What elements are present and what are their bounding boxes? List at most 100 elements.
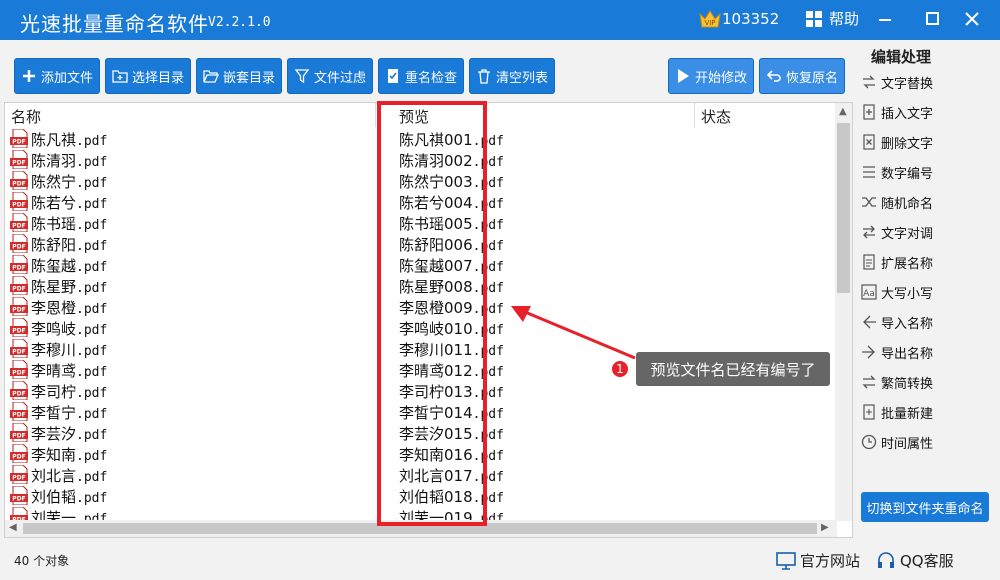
preview-name-base: 刘北言017	[399, 467, 473, 485]
select-dir-button[interactable]: 选择目录	[105, 58, 191, 94]
official-site-link[interactable]: 官方网站	[776, 550, 860, 571]
plus-icon	[22, 70, 35, 82]
sidebar-item-label: 删除文字	[881, 136, 934, 152]
minimize-button[interactable]	[870, 6, 900, 32]
sidebar-item[interactable]: 时间属性	[861, 429, 993, 455]
svg-text:PDF: PDF	[12, 307, 25, 314]
preview-name-ext: .pdf	[472, 428, 504, 443]
pdf-file-icon: PDF	[10, 339, 28, 358]
vertical-scroll-thumb[interactable]	[837, 123, 850, 293]
file-name-ext: .pdf	[76, 386, 108, 401]
scroll-up-arrow-icon[interactable]: ▲	[839, 106, 847, 117]
table-row[interactable]: PDF 李恩橙.pdf 李恩橙009.pdf	[5, 296, 835, 317]
column-divider[interactable]	[375, 103, 376, 127]
preview-name-ext: .pdf	[472, 155, 504, 170]
file-filter-label: 文件过虑	[313, 70, 366, 86]
clear-list-button[interactable]: 清空列表	[469, 58, 555, 94]
table-row[interactable]: PDF 陈玺越.pdf 陈玺越007.pdf	[5, 254, 835, 275]
switch-folder-rename-button[interactable]: 切换到文件夹重命名	[861, 492, 989, 522]
qq-service-link[interactable]: QQ客服	[876, 550, 954, 571]
table-row[interactable]: PDF 陈清羽.pdf 陈清羽002.pdf	[5, 149, 835, 170]
preview-name-base: 陈若兮004	[399, 194, 473, 212]
sidebar-item[interactable]: 导入名称	[861, 309, 993, 335]
sidebar-item[interactable]: 批量新建	[861, 399, 993, 425]
vertical-scrollbar[interactable]: ▲	[835, 103, 852, 521]
edit-sidebar: 编辑处理 文字替换插入文字删除文字数字编号随机命名文字对调扩展名称 Aa 大写小写导…	[855, 40, 1000, 540]
preview-name-ext: .pdf	[472, 344, 504, 359]
svg-text:VIP: VIP	[704, 19, 715, 27]
sidebar-title: 编辑处理	[871, 48, 932, 66]
table-row[interactable]: PDF 陈然宁.pdf 陈然宁003.pdf	[5, 170, 835, 191]
app-title: 光速批量重命名软件	[20, 12, 209, 36]
file-name-base: 陈清羽	[31, 152, 77, 170]
add-file-button[interactable]: 添加文件	[14, 58, 100, 94]
table-row[interactable]: PDF 陈舒阳.pdf 陈舒阳006.pdf	[5, 233, 835, 254]
preview-name: 陈玺越007.pdf	[399, 255, 504, 276]
file-list[interactable]: 名称 预览 状态 PDF 陈凡祺.pdf 陈凡祺001.pdf PDF 陈清羽.pdf 陈…	[4, 102, 853, 538]
insert-icon	[863, 104, 875, 120]
sidebar-item[interactable]: 文字替换	[861, 69, 993, 95]
sidebar-item[interactable]: Aa 大写小写	[861, 279, 993, 305]
sidebar-item-label: 繁简转换	[881, 376, 934, 392]
file-name-base: 李恩橙	[31, 299, 77, 317]
column-divider[interactable]	[694, 103, 695, 127]
vip-count: 103352	[722, 10, 780, 28]
column-header-preview[interactable]: 预览	[399, 106, 429, 127]
scroll-right-arrow-icon[interactable]: ▶	[821, 522, 829, 533]
horizontal-scrollbar[interactable]: ◀ ▶	[5, 520, 837, 537]
sidebar-item[interactable]: 数字编号	[861, 159, 993, 185]
svg-text:PDF: PDF	[12, 244, 25, 251]
table-row[interactable]: PDF 李知南.pdf 李知南016.pdf	[5, 443, 835, 464]
scroll-left-arrow-icon[interactable]: ◀	[9, 522, 17, 533]
preview-name-ext: .pdf	[472, 365, 504, 380]
table-row[interactable]: PDF 李芸汐.pdf 李芸汐015.pdf	[5, 422, 835, 443]
sidebar-item-label: 大写小写	[881, 286, 934, 302]
sidebar-item[interactable]: 繁简转换	[861, 369, 993, 395]
preview-name-ext: .pdf	[472, 449, 504, 464]
file-name: 李知南.pdf	[31, 444, 107, 465]
start-modify-label: 开始修改	[694, 70, 747, 86]
table-row[interactable]: PDF 陈凡祺.pdf 陈凡祺001.pdf	[5, 128, 835, 149]
close-button[interactable]	[957, 6, 987, 32]
preview-name-ext: .pdf	[472, 407, 504, 422]
table-row[interactable]: PDF 陈书瑶.pdf 陈书瑶005.pdf	[5, 212, 835, 233]
vip-crown-icon[interactable]: VIP	[698, 9, 722, 29]
sidebar-item[interactable]: 随机命名	[861, 189, 993, 215]
sidebar-item[interactable]: 删除文字	[861, 129, 993, 155]
file-name-ext: .pdf	[76, 449, 108, 464]
preview-name-ext: .pdf	[472, 491, 504, 506]
nested-dir-button[interactable]: 嵌套目录	[196, 58, 282, 94]
preview-name-base: 陈星野008	[399, 278, 473, 296]
table-row[interactable]: PDF 李鸣岐.pdf 李鸣岐010.pdf	[5, 317, 835, 338]
preview-name-base: 李晴鸢012	[399, 362, 473, 380]
file-name-ext: .pdf	[76, 155, 108, 170]
start-modify-button[interactable]: 开始修改	[668, 58, 754, 94]
table-row[interactable]: PDF 陈若兮.pdf 陈若兮004.pdf	[5, 191, 835, 212]
rename-check-button[interactable]: 重名检查	[378, 58, 464, 94]
horizontal-scroll-thumb[interactable]	[23, 523, 817, 534]
table-row[interactable]: PDF 李皙宁.pdf 李皙宁014.pdf	[5, 401, 835, 422]
swap-icon	[863, 75, 875, 89]
file-filter-button[interactable]: 文件过虑	[287, 58, 373, 94]
help-button[interactable]: 帮助	[805, 8, 859, 29]
help-label: 帮助	[829, 10, 860, 28]
preview-name: 李恩橙009.pdf	[399, 297, 504, 318]
sidebar-item[interactable]: 插入文字	[861, 99, 993, 125]
sidebar-item[interactable]: 扩展名称	[861, 249, 993, 275]
column-header-name[interactable]: 名称	[11, 106, 41, 127]
table-row[interactable]: PDF 刘伯韬.pdf 刘伯韬018.pdf	[5, 485, 835, 506]
file-name-ext: .pdf	[76, 407, 108, 422]
restore-name-button[interactable]: 恢复原名	[759, 58, 845, 94]
table-row[interactable]: PDF 陈星野.pdf 陈星野008.pdf	[5, 275, 835, 296]
export-icon	[862, 345, 875, 359]
svg-text:PDF: PDF	[12, 496, 25, 503]
sidebar-item[interactable]: 导出名称	[861, 339, 993, 365]
file-name-base: 李鸣岐	[31, 320, 77, 338]
maximize-button[interactable]	[917, 6, 947, 32]
file-name-ext: .pdf	[76, 470, 108, 485]
file-name: 李穆川.pdf	[31, 339, 107, 360]
table-row[interactable]: PDF 刘北言.pdf 刘北言017.pdf	[5, 464, 835, 485]
column-header-status[interactable]: 状态	[701, 106, 731, 127]
file-name-ext: .pdf	[76, 197, 108, 212]
sidebar-item[interactable]: 文字对调	[861, 219, 993, 245]
